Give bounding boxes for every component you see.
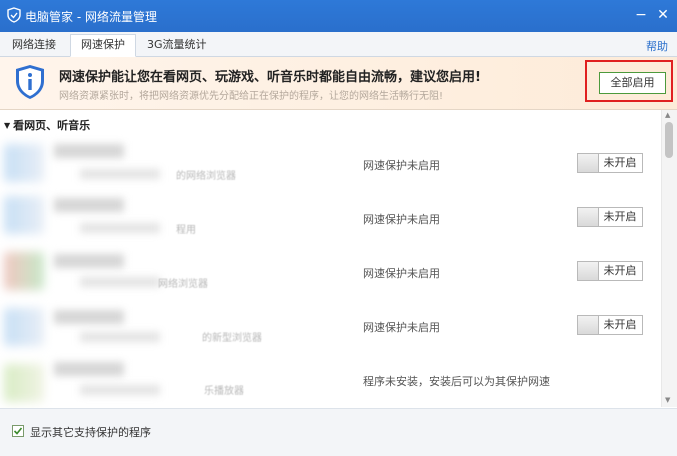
protection-banner: 网速保护能让您在看网页、玩游戏、听音乐时都能自由流畅，建议您启用! 网络资源紧张… xyxy=(0,57,677,110)
program-description: 乐播放器 xyxy=(204,386,244,397)
program-row: 程用 网速保护未启用 未开启 xyxy=(0,190,660,244)
program-row: 的新型浏览器 网速保护未启用 未开启 xyxy=(0,298,660,352)
program-icon xyxy=(4,252,44,290)
section-title: 看网页、听音乐 xyxy=(13,119,91,132)
program-icon xyxy=(4,196,44,234)
program-description: 网络浏览器 xyxy=(158,279,208,290)
banner-subtext: 网络资源紧张时，将把网络资源优先分配给正在保护的程序，让您的网络生活畅行无阻! xyxy=(59,91,444,102)
program-row: 乐播放器 程序未安装，安装后可以为其保护网速 xyxy=(0,352,660,406)
program-row: 网络浏览器 网速保护未启用 未开启 xyxy=(0,244,660,298)
program-description: 的网络浏览器 xyxy=(176,171,236,182)
section-header[interactable]: ▼ 看网页、听音乐 xyxy=(4,117,90,133)
help-link[interactable]: 帮助 xyxy=(646,38,668,54)
program-icon xyxy=(4,308,44,346)
program-icon xyxy=(4,364,44,402)
scroll-up-arrow-icon[interactable]: ▲ xyxy=(665,111,670,119)
title-bar: 电脑管家 - 网络流量管理 − ✕ xyxy=(0,0,677,32)
minimize-button[interactable]: − xyxy=(632,6,650,24)
program-description: 的新型浏览器 xyxy=(202,333,262,344)
show-other-programs-label[interactable]: 显示其它支持保护的程序 xyxy=(30,424,151,440)
protection-status: 程序未安装，安装后可以为其保护网速 xyxy=(363,375,550,388)
vertical-scrollbar[interactable]: ▲ ▼ xyxy=(661,110,677,407)
protection-status: 网速保护未启用 xyxy=(363,159,440,172)
program-name-redacted xyxy=(54,254,124,268)
protection-toggle[interactable]: 未开启 xyxy=(577,315,643,335)
protection-status: 网速保护未启用 xyxy=(363,321,440,334)
enable-all-button[interactable]: 全部启用 xyxy=(599,72,666,94)
tab-speed-protection[interactable]: 网速保护 xyxy=(70,34,136,57)
toggle-label: 未开启 xyxy=(603,210,637,223)
protection-toggle[interactable]: 未开启 xyxy=(577,207,643,227)
toggle-label: 未开启 xyxy=(603,318,637,331)
footer-bar: 显示其它支持保护的程序 xyxy=(0,408,677,456)
tab-network-connections[interactable]: 网络连接 xyxy=(2,35,66,56)
program-description: 程用 xyxy=(176,225,196,236)
protection-toggle[interactable]: 未开启 xyxy=(577,261,643,281)
collapse-triangle-icon[interactable]: ▼ xyxy=(4,121,10,130)
program-name-redacted xyxy=(54,310,124,324)
shield-info-icon xyxy=(16,65,44,99)
program-name-redacted xyxy=(54,362,124,376)
banner-headline: 网速保护能让您在看网页、玩游戏、听音乐时都能自由流畅，建议您启用! xyxy=(59,70,481,85)
program-name-redacted xyxy=(54,198,124,212)
program-icon xyxy=(4,144,44,182)
protection-toggle[interactable]: 未开启 xyxy=(577,153,643,173)
toggle-label: 未开启 xyxy=(603,264,637,277)
protection-status: 网速保护未启用 xyxy=(363,267,440,280)
show-other-programs-checkbox[interactable] xyxy=(12,425,24,437)
window-title: 电脑管家 - 网络流量管理 xyxy=(25,10,157,24)
close-button[interactable]: ✕ xyxy=(654,6,672,24)
program-row: 的网络浏览器 网速保护未启用 未开启 xyxy=(0,136,660,190)
tab-bar: 网络连接 网速保护 3G流量统计 帮助 xyxy=(0,32,677,57)
tab-3g-traffic-stats[interactable]: 3G流量统计 xyxy=(137,35,217,56)
scroll-down-arrow-icon[interactable]: ▼ xyxy=(665,396,670,404)
tencent-shield-logo-icon xyxy=(7,7,21,23)
checkmark-icon xyxy=(13,427,23,435)
toggle-label: 未开启 xyxy=(603,156,637,169)
protection-status: 网速保护未启用 xyxy=(363,213,440,226)
program-name-redacted xyxy=(54,144,124,158)
scrollbar-thumb[interactable] xyxy=(665,122,673,158)
